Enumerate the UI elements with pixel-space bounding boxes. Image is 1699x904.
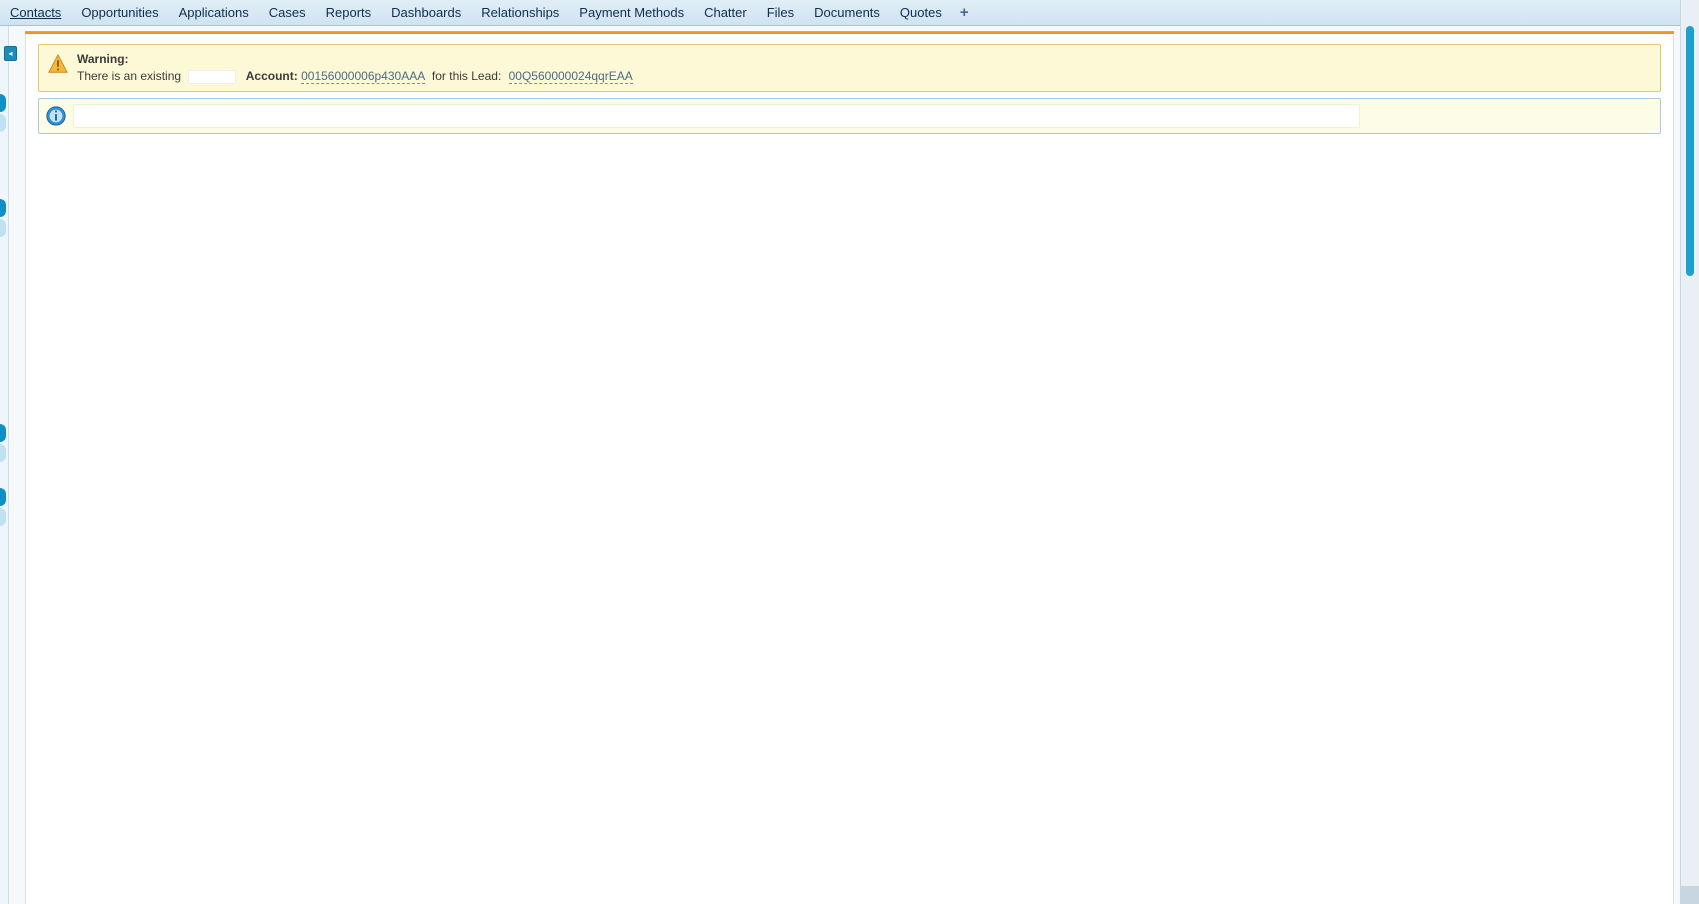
tab-dashboards[interactable]: Dashboards <box>381 0 471 25</box>
tab-contacts[interactable]: Contacts <box>0 0 71 25</box>
warning-prefix: There is an existing <box>77 69 181 83</box>
tab-documents[interactable]: Documents <box>804 0 890 25</box>
warning-account-link[interactable]: 00156000006p430AAA <box>301 69 424 84</box>
vertical-scrollbar[interactable] <box>1680 0 1699 904</box>
info-icon <box>45 105 67 127</box>
warning-icon <box>47 53 69 75</box>
sidebar-nub-4b[interactable] <box>0 508 6 526</box>
info-message <box>73 104 1360 128</box>
sidebar-nub-2b[interactable] <box>0 219 6 237</box>
warning-mid-text: for this Lead: <box>432 69 501 83</box>
warning-lead-link[interactable]: 00Q560000024qqrEAA <box>509 69 633 84</box>
tab-reports[interactable]: Reports <box>316 0 382 25</box>
tab-files[interactable]: Files <box>757 0 804 25</box>
sidebar-nub-1[interactable] <box>0 94 6 112</box>
sidebar-expand-button[interactable]: ◂ <box>4 46 17 61</box>
sidebar-nub-3[interactable] <box>0 424 6 442</box>
sidebar-nub-2[interactable] <box>0 199 6 217</box>
content-area: Warning: There is an existing Account: 0… <box>25 34 1674 904</box>
redacted-segment <box>188 70 236 84</box>
warning-account-label: Account: <box>246 69 298 83</box>
tab-cases[interactable]: Cases <box>259 0 316 25</box>
tab-add-more[interactable]: + <box>952 0 977 25</box>
tab-relationships[interactable]: Relationships <box>471 0 569 25</box>
tab-bar: Contacts Opportunities Applications Case… <box>0 0 1699 26</box>
warning-text: Warning: There is an existing Account: 0… <box>77 51 633 85</box>
warning-title: Warning: <box>77 51 633 68</box>
info-banner <box>38 98 1661 134</box>
tab-opportunities[interactable]: Opportunities <box>71 0 168 25</box>
sidebar-nub-3b[interactable] <box>0 444 6 462</box>
tab-payment-methods[interactable]: Payment Methods <box>569 0 694 25</box>
tab-chatter[interactable]: Chatter <box>694 0 757 25</box>
warning-banner: Warning: There is an existing Account: 0… <box>38 44 1661 92</box>
sidebar-collapsed: ◂ <box>0 26 9 904</box>
sidebar-nub-4[interactable] <box>0 488 6 506</box>
tab-quotes[interactable]: Quotes <box>890 0 952 25</box>
sidebar-nub-1b[interactable] <box>0 114 6 132</box>
tab-applications[interactable]: Applications <box>169 0 259 25</box>
